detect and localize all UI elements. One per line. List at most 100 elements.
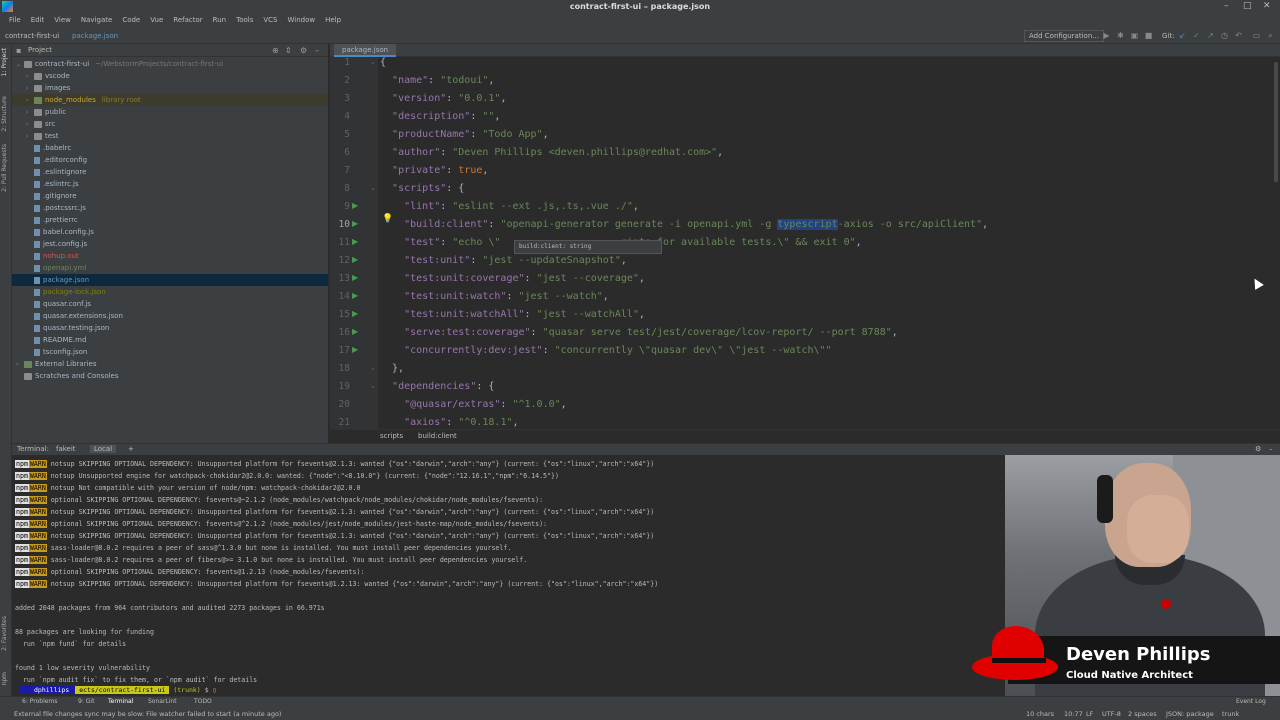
- menu-window[interactable]: Window: [282, 14, 320, 28]
- tree-item[interactable]: .babelrc: [12, 142, 328, 154]
- code-line[interactable]: },: [380, 360, 404, 378]
- menu-vue[interactable]: Vue: [145, 14, 168, 28]
- coverage-icon[interactable]: ▣: [1130, 31, 1139, 40]
- run-icon[interactable]: ▶: [1102, 31, 1111, 40]
- tree-item[interactable]: quasar.extensions.json: [12, 310, 328, 322]
- code-line[interactable]: "axios": "^0.18.1",: [380, 414, 518, 429]
- tool-npm[interactable]: npm: [1, 672, 8, 685]
- nav-project[interactable]: contract-first-ui: [5, 32, 59, 40]
- tree-item[interactable]: .gitignore: [12, 190, 328, 202]
- run-script-icon[interactable]: ▶: [352, 291, 358, 300]
- hide-panel-icon[interactable]: –: [315, 46, 319, 55]
- tool-pull-requests[interactable]: 2: Pull Requests: [1, 144, 8, 192]
- menu-refactor[interactable]: Refactor: [168, 14, 207, 28]
- fold-icon[interactable]: ⌄: [370, 364, 376, 372]
- run-script-icon[interactable]: ▶: [352, 237, 358, 246]
- tree-item[interactable]: Scratches and Consoles: [12, 370, 328, 382]
- code-line[interactable]: "version": "0.0.1",: [380, 90, 506, 108]
- git-update-icon[interactable]: ↙: [1178, 31, 1187, 40]
- tree-item[interactable]: › test: [12, 130, 328, 142]
- hide-terminal-icon[interactable]: –: [1269, 445, 1273, 453]
- code-line[interactable]: "description": "",: [380, 108, 500, 126]
- menu-tools[interactable]: Tools: [231, 14, 258, 28]
- tree-item[interactable]: .editorconfig: [12, 154, 328, 166]
- new-terminal-button[interactable]: +: [128, 445, 134, 453]
- code-line[interactable]: "productName": "Todo App",: [380, 126, 549, 144]
- project-panel-title[interactable]: Project: [28, 46, 52, 54]
- status-indent[interactable]: 2 spaces: [1128, 710, 1157, 718]
- status-caret-position[interactable]: 10:77: [1064, 710, 1083, 718]
- tree-item[interactable]: jest.config.js: [12, 238, 328, 250]
- code-line[interactable]: "name": "todoui",: [380, 72, 494, 90]
- tool-git[interactable]: 9: Git: [78, 698, 94, 705]
- tree-root[interactable]: ⌄ contract-first-ui ~/WebstormProjects/con…: [12, 58, 328, 70]
- minimize-button[interactable]: –: [1224, 1, 1229, 11]
- search-everywhere-icon[interactable]: ⌕: [1266, 31, 1275, 40]
- code-line[interactable]: "@quasar/extras": "^1.0.0",: [380, 396, 567, 414]
- code-line[interactable]: "test:unit": "jest --updateSnapshot",: [380, 252, 627, 270]
- menu-help[interactable]: Help: [320, 14, 346, 28]
- settings-icon[interactable]: ▭: [1252, 31, 1261, 40]
- tool-structure[interactable]: 2: Structure: [1, 96, 8, 132]
- git-commit-icon[interactable]: ✓: [1192, 31, 1201, 40]
- status-json-schema[interactable]: JSON: package: [1166, 710, 1214, 718]
- locate-icon[interactable]: ⊕: [272, 46, 279, 55]
- close-button[interactable]: ✕: [1263, 1, 1271, 11]
- code-line[interactable]: {: [380, 57, 386, 72]
- tree-item[interactable]: tsconfig.json: [12, 346, 328, 358]
- tree-item[interactable]: .postcssrc.js: [12, 202, 328, 214]
- run-script-icon[interactable]: ▶: [352, 201, 358, 210]
- menu-vcs[interactable]: VCS: [258, 14, 282, 28]
- terminal-tab-local[interactable]: Local: [90, 445, 117, 453]
- stop-icon[interactable]: ■: [1144, 31, 1153, 40]
- intention-bulb-icon[interactable]: 💡: [382, 214, 393, 224]
- tree-item[interactable]: › images: [12, 82, 328, 94]
- fold-icon[interactable]: ⌄: [370, 184, 376, 192]
- history-icon[interactable]: ◷: [1220, 31, 1229, 40]
- tool-todo[interactable]: TODO: [194, 698, 212, 705]
- tool-project[interactable]: 1: Project: [1, 48, 8, 76]
- code-line[interactable]: "scripts": {: [380, 180, 464, 198]
- rollback-icon[interactable]: ↶: [1234, 31, 1243, 40]
- tool-problems[interactable]: 6: Problems: [22, 698, 57, 705]
- menu-view[interactable]: View: [49, 14, 76, 28]
- tree-item[interactable]: openapi.yml: [12, 262, 328, 274]
- terminal-prompt[interactable]: dphillips ects/contract-first-ui (trunk) $ …: [20, 685, 216, 696]
- tree-item[interactable]: .prettierrc: [12, 214, 328, 226]
- status-line-separator[interactable]: LF: [1086, 710, 1093, 718]
- tab-package-json[interactable]: package.json: [334, 44, 397, 57]
- tree-item[interactable]: package-lock.json: [12, 286, 328, 298]
- maximize-button[interactable]: □: [1243, 1, 1252, 11]
- menu-run[interactable]: Run: [208, 14, 231, 28]
- gear-icon[interactable]: ⚙: [300, 46, 307, 55]
- code-line[interactable]: "test:unit:watchAll": "jest --watchAll",: [380, 306, 645, 324]
- tree-item[interactable]: .eslintrc.js: [12, 178, 328, 190]
- tree-item[interactable]: › src: [12, 118, 328, 130]
- run-script-icon[interactable]: ▶: [352, 345, 358, 354]
- code-line[interactable]: "lint": "eslint --ext .js,.ts,.vue ./",: [380, 198, 639, 216]
- breadcrumb-build-client[interactable]: build:client: [418, 432, 457, 440]
- menu-navigate[interactable]: Navigate: [76, 14, 117, 28]
- menu-file[interactable]: File: [4, 14, 26, 28]
- code-line[interactable]: "serve:test:coverage": "quasar serve tes…: [380, 324, 898, 342]
- code-line[interactable]: "dependencies": {: [380, 378, 494, 396]
- tool-event-log[interactable]: Event Log: [1236, 698, 1266, 705]
- status-message[interactable]: External file changes sync may be slow: …: [14, 710, 281, 718]
- status-git-branch[interactable]: trunk: [1222, 710, 1239, 718]
- code-line[interactable]: "concurrently:dev:jest": "concurrently \…: [380, 342, 831, 360]
- code-editor[interactable]: { "name": "todoui", "version": "0.0.1", …: [378, 57, 1280, 429]
- run-script-icon[interactable]: ▶: [352, 309, 358, 318]
- tree-item[interactable]: .eslintignore: [12, 166, 328, 178]
- tree-item[interactable]: quasar.testing.json: [12, 322, 328, 334]
- fold-icon[interactable]: ⌄: [370, 58, 376, 66]
- tool-sonarlint[interactable]: SonarLint: [148, 698, 177, 705]
- code-line[interactable]: "build:client": "openapi-generator gener…: [380, 216, 988, 234]
- tool-terminal[interactable]: Terminal: [108, 698, 133, 705]
- nav-file[interactable]: package.json: [72, 32, 118, 40]
- tool-favorites[interactable]: 2: Favorites: [1, 616, 8, 651]
- tree-item[interactable]: README.md: [12, 334, 328, 346]
- editor-scrollbar[interactable]: [1274, 62, 1278, 182]
- run-script-icon[interactable]: ▶: [352, 219, 358, 228]
- tree-item[interactable]: › vscode: [12, 70, 328, 82]
- fold-icon[interactable]: ⌄: [370, 382, 376, 390]
